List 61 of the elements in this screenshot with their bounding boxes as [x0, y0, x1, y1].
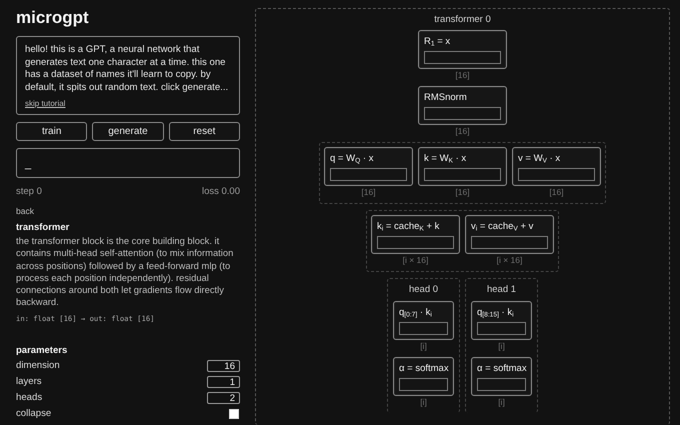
node-label: q = W$_{Q}$ · x	[330, 152, 374, 165]
parameters-title: parameters	[16, 344, 68, 356]
diagram-node[interactable]: RMSnorm	[418, 86, 507, 125]
shape-label: [i]	[498, 397, 505, 408]
shape-label: [16]	[455, 126, 470, 137]
diagram-node[interactable]: R$_{1}$ = x	[418, 30, 507, 69]
node-label: v = W$_{V}$ · x	[518, 152, 562, 165]
value-bar	[399, 378, 448, 391]
node-label: q$_{[0:7]}$ · k$_{i}$	[399, 306, 433, 319]
diagram-node[interactable]: v = W$_{V}$ · x	[512, 147, 601, 186]
node-label: R$_{1}$ = x	[424, 35, 452, 48]
shape-label: [16]	[549, 187, 564, 198]
section-title: transformer	[16, 222, 70, 233]
node-label: α = softmax	[399, 362, 448, 375]
head-title: head 1	[486, 284, 516, 295]
description-text: the transformer block is the core building block. it contains multi-head self-attention (to mix information across positions) followed by a feed-forward mlp (to process each position independently). residual connections around both let gradients flow directly backward.	[16, 235, 234, 309]
shape-label: [i]	[420, 397, 427, 408]
shape-label: [i × 16]	[496, 255, 522, 266]
loss-value: loss 0.00	[202, 186, 240, 197]
parameter-label: heads	[16, 392, 42, 404]
shape-label: [16]	[455, 187, 470, 198]
diagram-title: transformer 0	[434, 14, 491, 25]
value-bar	[477, 322, 526, 335]
node-label: k$_{i}$ = cache$_{K}$ + k	[377, 220, 440, 233]
parameter-label: collapse	[16, 408, 52, 420]
app-title: microgpt	[16, 8, 90, 28]
action-button[interactable]: train	[16, 122, 88, 141]
diagram-node[interactable]: k = W$_{K}$ · x	[418, 147, 507, 186]
action-button[interactable]: reset	[168, 122, 240, 141]
head-title: head 0	[408, 284, 438, 295]
node-label: q$_{[8:15]}$ · k$_{i}$	[477, 306, 515, 319]
back-link[interactable]: back	[16, 206, 34, 216]
number-field[interactable]: 1	[207, 376, 240, 388]
diagram-node[interactable]: q = W$_{Q}$ · x	[324, 147, 413, 186]
node-label: v$_{i}$ = cache$_{V}$ + v	[471, 220, 534, 233]
shape-label: [16]	[361, 187, 376, 198]
diagram-node[interactable]: α = softmax	[393, 357, 454, 396]
output-field: _	[16, 148, 240, 178]
diagram-node[interactable]: q$_{[0:7]}$ · k$_{i}$	[393, 301, 454, 340]
step-counter: step 0	[16, 186, 42, 197]
checkbox[interactable]	[229, 408, 239, 419]
node-label: RMSnorm	[424, 91, 468, 104]
parameter-label: layers	[16, 376, 42, 388]
skip-tutorial-link[interactable]: skip tutorial	[25, 99, 66, 108]
diagram-node[interactable]: k$_{i}$ = cache$_{K}$ + k	[371, 215, 460, 254]
parameter-label: dimension	[16, 360, 60, 372]
node-label: α = softmax	[477, 362, 526, 375]
action-button[interactable]: generate	[92, 122, 164, 141]
diagram-node[interactable]: α = softmax	[471, 357, 532, 396]
diagram-node[interactable]: v$_{i}$ = cache$_{V}$ + v	[465, 215, 554, 254]
shape-label: [16]	[455, 70, 470, 81]
shape-label: [i]	[420, 341, 427, 352]
value-bar	[399, 322, 448, 335]
shape-label: [i × 16]	[402, 255, 428, 266]
node-label: k = W$_{K}$ · x	[424, 152, 468, 165]
number-field[interactable]: 2	[207, 392, 240, 404]
diagram-node[interactable]: q$_{[8:15]}$ · k$_{i}$	[471, 301, 532, 340]
tutorial-text: hello! this is a GPT, a neural network that generates text one character at a time. this one has a dataset of names it'll learn to copy. by default, it spits out random text. click generate...	[25, 44, 230, 94]
value-bar	[477, 378, 526, 391]
number-field[interactable]: 16	[207, 360, 240, 372]
shape-label: [i]	[498, 341, 505, 352]
